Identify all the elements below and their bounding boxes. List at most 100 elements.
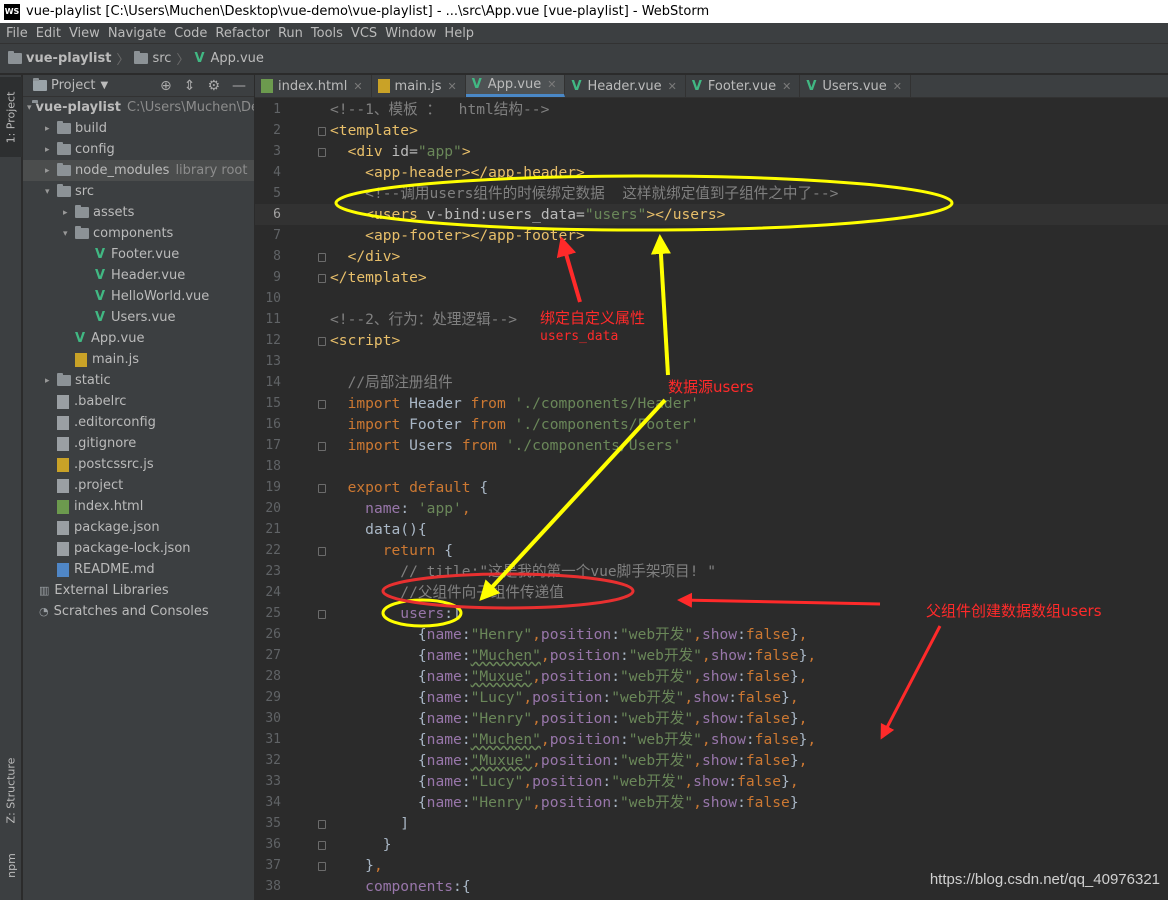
- project-panel-title[interactable]: Project: [51, 78, 95, 93]
- tree-item[interactable]: ▾ components: [23, 223, 254, 244]
- code-line: </div>: [330, 246, 401, 267]
- code-token: "Muxue": [470, 752, 533, 769]
- hide-icon[interactable]: —: [232, 78, 246, 94]
- fold-marker-icon[interactable]: [318, 442, 326, 451]
- tree-item[interactable]: V App.vue: [23, 328, 254, 349]
- tree-item[interactable]: ▸ build: [23, 118, 254, 139]
- tree-item[interactable]: ▸ assets: [23, 202, 254, 223]
- vue-file-icon: V: [75, 331, 86, 346]
- file-file-icon: [57, 436, 69, 451]
- code-token: false: [754, 731, 799, 748]
- code-token: "web开发": [628, 647, 702, 664]
- code-line: },: [330, 855, 383, 876]
- close-icon[interactable]: ✕: [353, 80, 362, 93]
- code-token: }: [330, 836, 392, 853]
- menu-run[interactable]: Run: [274, 26, 307, 41]
- editor-tab-main-js[interactable]: main.js ✕: [372, 75, 466, 97]
- tree-item[interactable]: ▸ node_modules library root: [23, 160, 254, 181]
- code-token: <users: [365, 206, 427, 223]
- expanded-arrow-icon[interactable]: ▾: [27, 103, 32, 113]
- tree-item[interactable]: V Users.vue: [23, 307, 254, 328]
- editor-tab-index-html[interactable]: index.html ✕: [255, 75, 372, 97]
- tree-item[interactable]: ▥ External Libraries: [23, 580, 254, 601]
- tree-item[interactable]: .postcssrc.js: [23, 454, 254, 475]
- collapse-icon[interactable]: ⇕: [184, 78, 196, 94]
- tree-item[interactable]: .project: [23, 475, 254, 496]
- fold-marker-icon[interactable]: [318, 484, 326, 493]
- close-icon[interactable]: ✕: [448, 80, 457, 93]
- tree-item[interactable]: V Header.vue: [23, 265, 254, 286]
- tree-item[interactable]: ▾ vue-playlist C:\Users\Muchen\De: [23, 97, 254, 118]
- breadcrumb-project[interactable]: vue-playlist: [26, 51, 111, 66]
- breadcrumb-file[interactable]: App.vue: [210, 51, 263, 66]
- collapsed-arrow-icon[interactable]: ▸: [45, 166, 57, 176]
- expanded-arrow-icon[interactable]: ▾: [63, 229, 75, 239]
- code-token: ,: [540, 647, 550, 664]
- menu-navigate[interactable]: Navigate: [104, 26, 170, 41]
- menu-view[interactable]: View: [65, 26, 104, 41]
- tool-tab-project[interactable]: 1: Project: [0, 77, 22, 157]
- menu-code[interactable]: Code: [170, 26, 211, 41]
- tree-item[interactable]: .gitignore: [23, 433, 254, 454]
- collapsed-arrow-icon[interactable]: ▸: [45, 145, 57, 155]
- expanded-arrow-icon[interactable]: ▾: [45, 187, 57, 197]
- code-token: "web开发": [620, 752, 694, 769]
- fold-marker-icon[interactable]: [318, 148, 326, 157]
- fold-marker-icon[interactable]: [318, 274, 326, 283]
- fold-marker-icon[interactable]: [318, 610, 326, 619]
- close-icon[interactable]: ✕: [782, 80, 791, 93]
- menu-refactor[interactable]: Refactor: [211, 26, 274, 41]
- tree-item[interactable]: V HelloWorld.vue: [23, 286, 254, 307]
- tree-item[interactable]: package.json: [23, 517, 254, 538]
- fold-marker-icon[interactable]: [318, 547, 326, 556]
- menu-file[interactable]: File: [2, 26, 32, 41]
- code-token: ,: [693, 752, 702, 769]
- editor-tab-footer-vue[interactable]: V Footer.vue ✕: [686, 75, 801, 97]
- collapsed-arrow-icon[interactable]: ▸: [45, 376, 57, 386]
- fold-marker-icon[interactable]: [318, 127, 326, 136]
- tree-item-label: .editorconfig: [74, 415, 156, 430]
- editor-tab-users-vue[interactable]: V Users.vue ✕: [800, 75, 912, 97]
- tree-item[interactable]: main.js: [23, 349, 254, 370]
- close-icon[interactable]: ✕: [893, 80, 902, 93]
- close-icon[interactable]: ✕: [547, 78, 556, 91]
- menu-edit[interactable]: Edit: [32, 26, 65, 41]
- tree-item[interactable]: .editorconfig: [23, 412, 254, 433]
- tree-item[interactable]: ▸ static: [23, 370, 254, 391]
- menu-help[interactable]: Help: [440, 26, 478, 41]
- tree-item[interactable]: ▾ src: [23, 181, 254, 202]
- collapsed-arrow-icon[interactable]: ▸: [63, 208, 75, 218]
- collapsed-arrow-icon[interactable]: ▸: [45, 124, 57, 134]
- tree-item[interactable]: ◔ Scratches and Consoles: [23, 601, 254, 622]
- fold-marker-icon[interactable]: [318, 337, 326, 346]
- editor-tab-app-vue[interactable]: V App.vue ✕: [465, 75, 566, 97]
- tree-item-label: Header.vue: [111, 268, 186, 283]
- menu-vcs[interactable]: VCS: [347, 26, 381, 41]
- tree-item[interactable]: V Footer.vue: [23, 244, 254, 265]
- tool-tab-npm[interactable]: npm: [0, 840, 22, 890]
- menu-window[interactable]: Window: [381, 26, 440, 41]
- tree-item[interactable]: package-lock.json: [23, 538, 254, 559]
- editor-tab-header-vue[interactable]: V Header.vue ✕: [565, 75, 686, 97]
- fold-marker-icon[interactable]: [318, 862, 326, 871]
- code-view[interactable]: 1 <!--1、模板 ： html结构--> 2 <template> 3 <div i…: [255, 99, 1168, 900]
- fold-marker-icon[interactable]: [318, 841, 326, 850]
- code-line: {name:"Muxue",position:"web开发",show:fals…: [330, 750, 808, 771]
- code-token: position: [540, 794, 612, 811]
- breadcrumb-src[interactable]: src: [152, 51, 171, 66]
- tree-item[interactable]: README.md: [23, 559, 254, 580]
- menu-tools[interactable]: Tools: [307, 26, 347, 41]
- chevron-down-icon[interactable]: ▼: [100, 80, 108, 91]
- fold-marker-icon[interactable]: [318, 400, 326, 409]
- locate-icon[interactable]: ⊕: [160, 78, 172, 94]
- tree-item-label: src: [75, 184, 94, 199]
- tree-item[interactable]: ▸ config: [23, 139, 254, 160]
- tree-item[interactable]: .babelrc: [23, 391, 254, 412]
- fold-marker-icon[interactable]: [318, 820, 326, 829]
- tool-tab-structure[interactable]: Z: Structure: [0, 745, 22, 835]
- fold-marker-icon[interactable]: [318, 253, 326, 262]
- tree-item[interactable]: index.html: [23, 496, 254, 517]
- gear-icon[interactable]: ⚙: [207, 78, 220, 94]
- close-icon[interactable]: ✕: [668, 80, 677, 93]
